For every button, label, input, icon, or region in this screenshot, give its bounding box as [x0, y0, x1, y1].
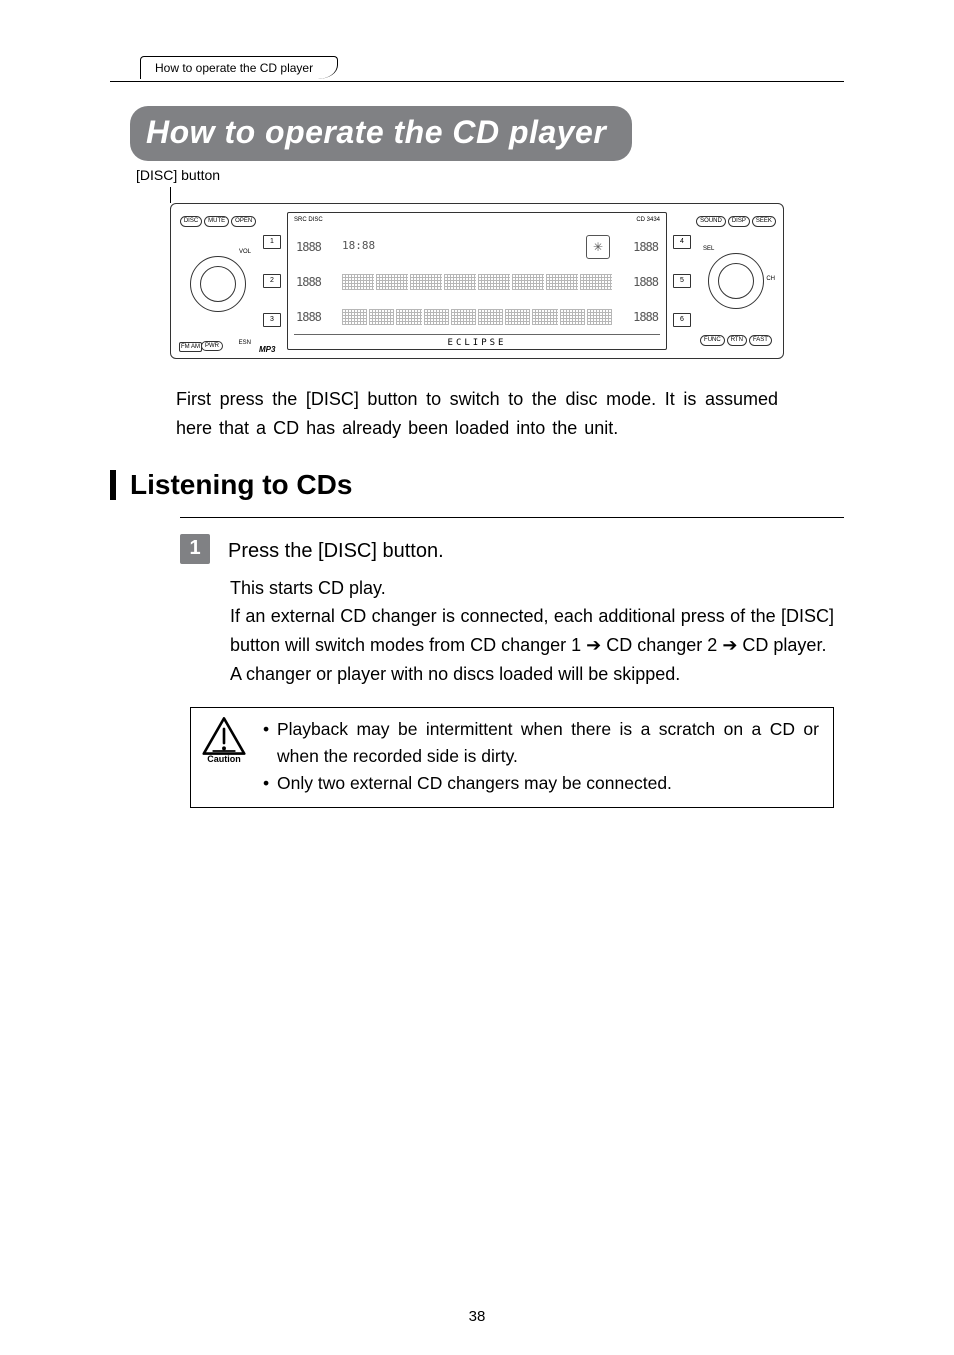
fmam-label: FM AM	[179, 342, 202, 352]
left-preset-buttons: 1 2 3	[263, 212, 281, 350]
open-pill: OPEN	[231, 216, 256, 227]
display-small-labels: SRC DISC	[294, 217, 323, 227]
header-tab: How to operate the CD player	[140, 56, 338, 79]
display-time: 18:88	[342, 239, 375, 255]
disp-pill: DISP	[728, 216, 750, 227]
bullet-icon: •	[263, 716, 277, 770]
preset-5: 5	[673, 274, 691, 288]
top-left-button-labels: DISC MUTE OPEN	[180, 216, 256, 227]
disc-pill: DISC	[180, 216, 202, 227]
header-rule	[110, 81, 844, 82]
top-right-button-labels: SOUND DISP SEEK	[696, 216, 776, 227]
seg-left-1: 1888	[296, 240, 336, 254]
preset-6: 6	[673, 313, 691, 327]
page-number: 38	[0, 1308, 954, 1325]
mp3-label: MP3	[259, 345, 275, 354]
caution-item-text: Playback may be intermittent when there …	[277, 716, 819, 770]
step-number-badge: 1	[180, 534, 210, 564]
intro-paragraph: First press the [DISC] button to switch …	[176, 385, 778, 443]
disc-button-callout-label: [DISC] button	[136, 167, 844, 183]
model-label: CD 3434	[636, 217, 660, 227]
section-heading-text: Listening to CDs	[130, 469, 352, 501]
manual-page: How to operate the CD player How to oper…	[0, 0, 954, 1355]
seek-pill: SEEK	[752, 216, 776, 227]
section-underline	[180, 517, 844, 518]
cd-player-illustration: DISC MUTE OPEN VOL ESN 1 2 3 SRC DISC C	[170, 203, 784, 359]
sound-pill: SOUND	[696, 216, 726, 227]
vol-label: VOL	[239, 249, 251, 255]
sel-label: SEL	[703, 246, 714, 252]
header-tab-row: How to operate the CD player	[110, 56, 844, 86]
esn-label: ESN	[239, 340, 251, 346]
callout-leader-line	[170, 187, 171, 203]
step-body-line1: This starts CD play.	[230, 578, 386, 598]
seg-left-3: 1888	[296, 310, 336, 324]
bottom-right-button-labels: FUNC RTN FAST	[700, 335, 772, 346]
arrow-icon: ➔	[586, 635, 601, 655]
section-heading: Listening to CDs	[110, 469, 844, 501]
title-wrap: How to operate the CD player	[130, 106, 844, 161]
brand-label: ECLIPSE	[294, 334, 660, 349]
seg-left-2: 1888	[296, 275, 336, 289]
bullet-icon: •	[263, 770, 277, 797]
seg-right-1: 1888	[618, 240, 658, 254]
caution-triangle-icon	[202, 716, 246, 756]
fast-pill: FAST	[749, 335, 772, 346]
preset-4: 4	[673, 235, 691, 249]
caution-box: Caution • Playback may be intermittent w…	[190, 707, 834, 808]
ch-label: CH	[766, 276, 775, 282]
lcd-display: SRC DISC CD 3434 1888 18:88 1888 1888 18…	[287, 212, 667, 350]
rtn-pill: RTN	[727, 335, 747, 346]
caution-list: • Playback may be intermittent when ther…	[263, 716, 819, 797]
caution-icon-wrap: Caution	[201, 716, 247, 797]
mute-pill: MUTE	[204, 216, 229, 227]
step-body-line2b: CD changer 2	[601, 635, 722, 655]
preset-3: 3	[263, 313, 281, 327]
preset-1: 1	[263, 235, 281, 249]
pwr-label: PWR	[201, 341, 223, 351]
preset-2: 2	[263, 274, 281, 288]
arrow-icon: ➔	[722, 635, 737, 655]
caution-item: • Only two external CD changers may be c…	[263, 770, 819, 797]
sun-icon	[586, 235, 610, 259]
heading-bar-icon	[110, 470, 116, 500]
func-pill: FUNC	[700, 335, 725, 346]
right-preset-buttons: 4 5 6	[673, 212, 691, 350]
caution-item-text: Only two external CD changers may be con…	[277, 770, 672, 797]
volume-knob-icon: VOL	[190, 256, 246, 312]
caution-item: • Playback may be intermittent when ther…	[263, 716, 819, 770]
step-row: 1 Press the [DISC] button.	[180, 532, 844, 566]
seg-right-2: 1888	[618, 275, 658, 289]
seg-right-3: 1888	[618, 310, 658, 324]
step-body-line2c: CD player.	[737, 635, 826, 655]
step-title: Press the [DISC] button.	[228, 532, 444, 566]
page-title: How to operate the CD player	[130, 106, 632, 161]
step-body-line3: A changer or player with no discs loaded…	[230, 664, 680, 684]
tune-knob-icon: SEL CH	[708, 253, 764, 309]
step-body: This starts CD play. If an external CD c…	[230, 574, 834, 689]
